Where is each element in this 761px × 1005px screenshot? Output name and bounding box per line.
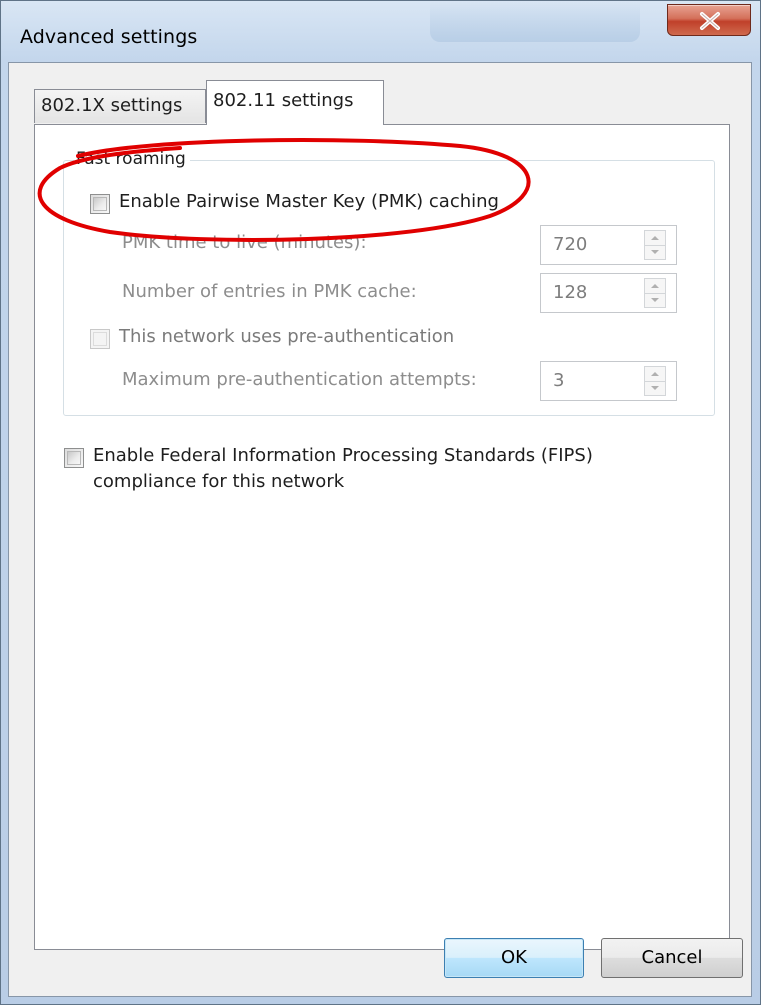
spin-up-button[interactable] [645,367,665,382]
spin-down-button[interactable] [645,293,665,307]
close-button[interactable] [667,4,751,36]
fast-roaming-label: Fast roaming [74,149,190,169]
cancel-button[interactable]: Cancel [601,938,743,978]
pmk-ttl-value[interactable]: 720 [553,234,587,255]
chevron-down-icon [651,298,659,302]
preauth-checkbox[interactable] [90,329,110,349]
chevron-up-icon [651,284,659,288]
tab-802-1x-settings[interactable]: 802.1X settings [34,89,206,123]
spin-up-button[interactable] [645,279,665,294]
preauth-attempts-label: Maximum pre-authentication attempts: [122,369,477,390]
pmk-ttl-label: PMK time to live (minutes): [122,232,367,253]
spin-down-button[interactable] [645,381,665,395]
spin-down-button[interactable] [645,245,665,259]
pmk-ttl-spin-buttons[interactable] [644,230,666,260]
preauth-attempts-spinbox[interactable]: 3 [540,361,677,401]
window-title: Advanced settings [20,26,198,48]
title-bar-glare [430,0,640,42]
pmk-entries-label: Number of entries in PMK cache: [122,281,417,302]
pmk-caching-checkbox[interactable] [90,194,110,214]
close-icon [700,12,720,30]
tab-802-11-settings[interactable]: 802.11 settings [206,80,384,125]
pmk-ttl-spinbox[interactable]: 720 [540,225,677,265]
fips-label-line1[interactable]: Enable Federal Information Processing St… [93,445,593,466]
ok-button[interactable]: OK [444,938,584,978]
fips-checkbox[interactable] [64,448,84,468]
chevron-up-icon [651,236,659,240]
preauth-attempts-value[interactable]: 3 [553,370,564,391]
preauth-label[interactable]: This network uses pre-authentication [119,326,454,347]
pmk-caching-label[interactable]: Enable Pairwise Master Key (PMK) caching [119,191,499,212]
pmk-entries-value[interactable]: 128 [553,282,587,303]
spin-up-button[interactable] [645,231,665,246]
chevron-down-icon [651,250,659,254]
chevron-down-icon [651,386,659,390]
pmk-entries-spin-buttons[interactable] [644,278,666,308]
pmk-entries-spinbox[interactable]: 128 [540,273,677,313]
fips-label-line2[interactable]: compliance for this network [93,471,344,492]
preauth-attempts-spin-buttons[interactable] [644,366,666,396]
chevron-up-icon [651,372,659,376]
